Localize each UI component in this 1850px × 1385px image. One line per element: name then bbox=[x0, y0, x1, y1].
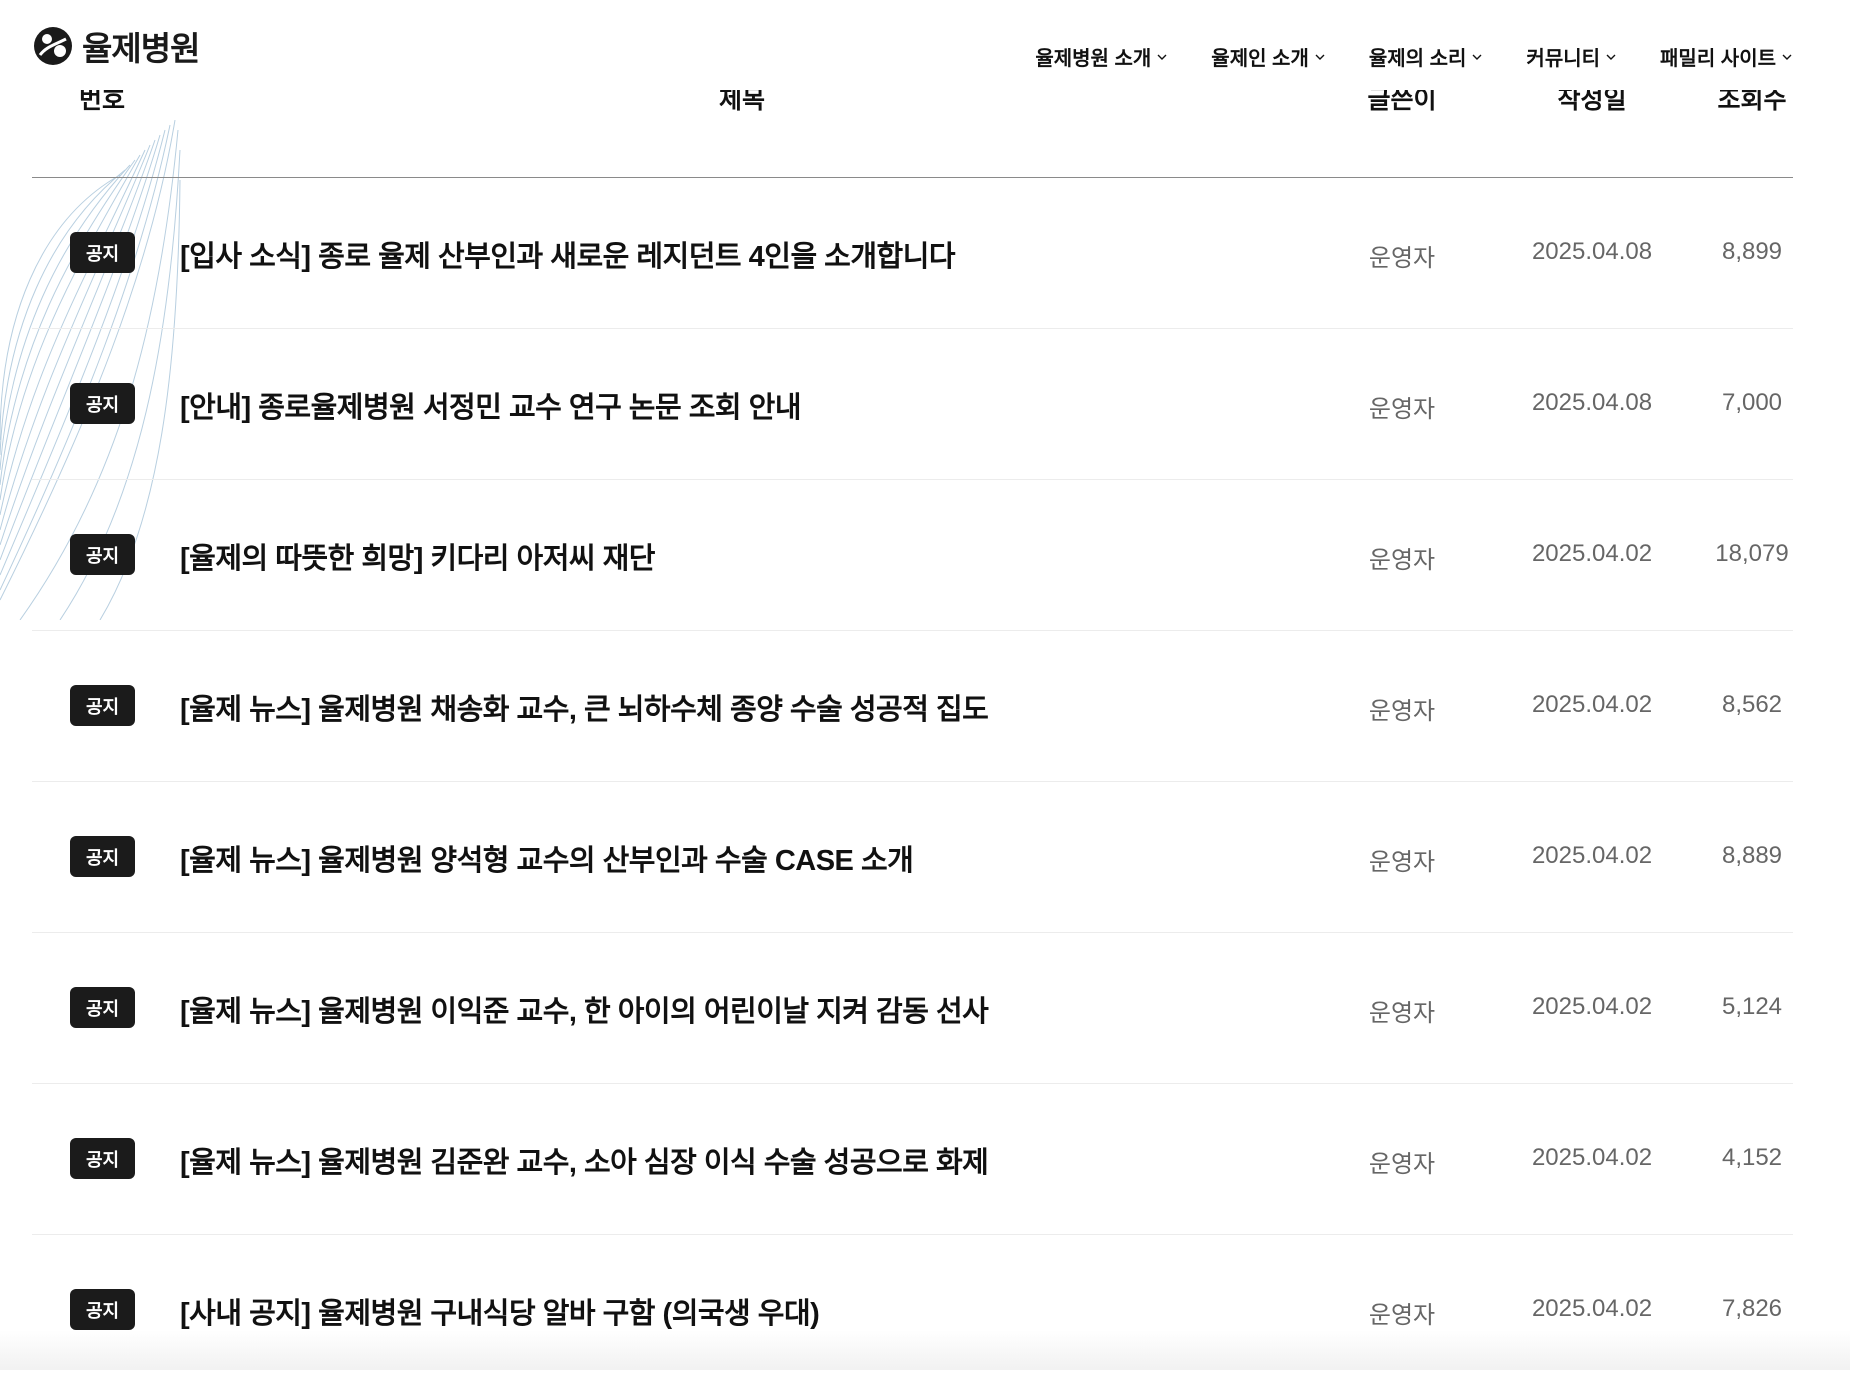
post-views: 5,124 bbox=[1721, 993, 1783, 1020]
notice-badge: 공지 bbox=[70, 987, 135, 1028]
nav-item-staff-intro[interactable]: 율제인 소개 bbox=[1211, 42, 1325, 71]
nav-item-voice[interactable]: 율제의 소리 bbox=[1369, 42, 1483, 71]
nav-item-family-site[interactable]: 패밀리 사이트 bbox=[1660, 42, 1792, 71]
nav-label: 커뮤니티 bbox=[1526, 48, 1601, 70]
bottom-fade bbox=[0, 1330, 1850, 1370]
notice-badge: 공지 bbox=[70, 232, 135, 273]
notice-badge: 공지 bbox=[70, 1289, 135, 1330]
table-row[interactable]: 공지 [율제 뉴스] 율제병원 김준완 교수, 소아 심장 이식 수술 성공으로… bbox=[32, 1084, 1793, 1235]
board-table-header: 번호 제목 글쓴이 작성일 조회수 bbox=[32, 86, 1793, 178]
notice-badge: 공지 bbox=[70, 836, 135, 877]
site-header: 율제병원 율제병원 소개 율제인 소개 율제의 소리 커뮤니티 패밀리 사이트 bbox=[0, 0, 1850, 90]
table-row[interactable]: 공지 [율제 뉴스] 율제병원 채송화 교수, 큰 뇌하수체 종양 수술 성공적… bbox=[32, 631, 1793, 782]
post-title-link[interactable]: [율제 뉴스] 율제병원 양석형 교수의 산부인과 수술 CASE 소개 bbox=[180, 837, 914, 879]
post-title-link[interactable]: [사내 공지] 율제병원 구내식당 알바 구함 (의국생 우대) bbox=[180, 1290, 820, 1332]
chevron-down-icon bbox=[1472, 54, 1482, 60]
post-views: 8,562 bbox=[1721, 691, 1783, 718]
notice-badge: 공지 bbox=[70, 1138, 135, 1179]
post-title-link[interactable]: [율제 뉴스] 율제병원 채송화 교수, 큰 뇌하수체 종양 수술 성공적 집도 bbox=[180, 686, 989, 728]
nav-item-hospital-intro[interactable]: 율제병원 소개 bbox=[1035, 42, 1167, 71]
post-views: 8,889 bbox=[1721, 842, 1783, 869]
post-views: 4,152 bbox=[1721, 1144, 1783, 1171]
chevron-down-icon bbox=[1782, 54, 1792, 60]
notice-badge: 공지 bbox=[70, 383, 135, 424]
table-row[interactable]: 공지 [율제의 따뜻한 희망] 키다리 아저씨 재단 운영자 2025.04.0… bbox=[32, 480, 1793, 631]
table-row[interactable]: 공지 [율제 뉴스] 율제병원 이익준 교수, 한 아이의 어린이날 지켜 감동… bbox=[32, 933, 1793, 1084]
post-views: 8,899 bbox=[1721, 238, 1783, 265]
chevron-down-icon bbox=[1606, 54, 1616, 60]
logo-text: 율제병원 bbox=[82, 30, 200, 67]
post-views: 18,079 bbox=[1715, 540, 1789, 567]
post-title-link[interactable]: [율제 뉴스] 율제병원 김준완 교수, 소아 심장 이식 수술 성공으로 화제 bbox=[180, 1139, 989, 1181]
board-table-body: 공지 [입사 소식] 종로 율제 산부인과 새로운 레지던트 4인을 소개합니다… bbox=[32, 178, 1793, 1385]
table-row[interactable]: 공지 [안내] 종로율제병원 서정민 교수 연구 논문 조회 안내 운영자 20… bbox=[32, 329, 1793, 480]
post-title-link[interactable]: [안내] 종로율제병원 서정민 교수 연구 논문 조회 안내 bbox=[180, 384, 802, 426]
post-title-link[interactable]: [율제 뉴스] 율제병원 이익준 교수, 한 아이의 어린이날 지켜 감동 선사 bbox=[180, 988, 989, 1030]
post-views: 7,000 bbox=[1721, 389, 1783, 416]
chevron-down-icon bbox=[1157, 54, 1167, 60]
site-logo[interactable]: 율제병원 bbox=[32, 22, 200, 70]
notice-badge: 공지 bbox=[70, 685, 135, 726]
yulje-logo-icon bbox=[34, 27, 72, 65]
post-title-link[interactable]: [율제의 따뜻한 희망] 키다리 아저씨 재단 bbox=[180, 535, 655, 577]
post-views: 7,826 bbox=[1721, 1295, 1783, 1322]
post-title-link[interactable]: [입사 소식] 종로 율제 산부인과 새로운 레지던트 4인을 소개합니다 bbox=[180, 233, 956, 275]
chevron-down-icon bbox=[1315, 54, 1325, 60]
nav-label: 율제인 소개 bbox=[1211, 48, 1309, 70]
notice-badge: 공지 bbox=[70, 534, 135, 575]
nav-item-community[interactable]: 커뮤니티 bbox=[1526, 42, 1616, 71]
nav-label: 율제의 소리 bbox=[1368, 48, 1467, 70]
table-row[interactable]: 공지 [입사 소식] 종로 율제 산부인과 새로운 레지던트 4인을 소개합니다… bbox=[32, 178, 1793, 329]
table-row[interactable]: 공지 [율제 뉴스] 율제병원 양석형 교수의 산부인과 수술 CASE 소개 … bbox=[32, 782, 1793, 933]
nav-label: 패밀리 사이트 bbox=[1660, 48, 1776, 70]
nav-label: 율제병원 소개 bbox=[1035, 48, 1152, 70]
main-nav: 율제병원 소개 율제인 소개 율제의 소리 커뮤니티 패밀리 사이트 bbox=[1035, 42, 1792, 71]
